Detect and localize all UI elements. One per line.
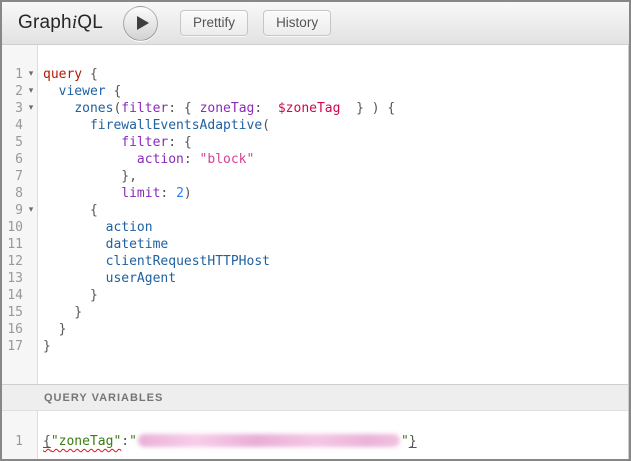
query-variables-label: QUERY VARIABLES (44, 392, 163, 404)
execute-query-button[interactable] (123, 6, 158, 41)
code-line: 17} (2, 338, 628, 355)
code-line: 5 filter: { (2, 134, 628, 151)
query-code-lines: 1▾query {2▾ viewer {3▾ zones(filter: { z… (2, 45, 628, 355)
variables-editor[interactable]: 1 {"zoneTag":""} (2, 411, 628, 459)
line-number: 8 (2, 185, 23, 202)
fold-arrow-icon[interactable]: ▾ (23, 83, 39, 100)
code-line: 14 } (2, 287, 628, 304)
code-line: 8 limit: 2) (2, 185, 628, 202)
line-number: 2 (2, 83, 23, 100)
prettify-button[interactable]: Prettify (180, 10, 248, 36)
fold-spacer (23, 168, 39, 185)
query-editor[interactable]: 1▾query {2▾ viewer {3▾ zones(filter: { z… (2, 45, 628, 384)
code-line: 3▾ zones(filter: { zoneTag: $zoneTag } )… (2, 100, 628, 117)
code-line: 10 action (2, 219, 628, 236)
fold-spacer (23, 134, 39, 151)
fold-spacer (23, 185, 39, 202)
variables-code-lines: 1 {"zoneTag":""} (2, 411, 628, 450)
line-number: 6 (2, 151, 23, 168)
code-line: 2▾ viewer { (2, 83, 628, 100)
code-line: 12 clientRequestHTTPHost (2, 253, 628, 270)
fold-arrow-icon[interactable]: ▾ (23, 202, 39, 219)
code-line: 6 action: "block" (2, 151, 628, 168)
fold-spacer (23, 304, 39, 321)
fold-spacer (23, 253, 39, 270)
line-number: 9 (2, 202, 23, 219)
line-number: 12 (2, 253, 23, 270)
lint-error-squiggle: { (43, 434, 51, 449)
fold-spacer (23, 219, 39, 236)
toolbar: GraphiQL Prettify History (2, 2, 629, 45)
fold-spacer (23, 338, 39, 355)
line-number: 4 (2, 117, 23, 134)
line-number: 14 (2, 287, 23, 304)
code-text: viewer { (39, 83, 121, 100)
code-line: 1 {"zoneTag":""} (2, 433, 628, 450)
code-line: 16 } (2, 321, 628, 338)
fold-spacer (23, 151, 39, 168)
code-line: 11 datetime (2, 236, 628, 253)
code-text: } (39, 287, 98, 304)
code-line: 1▾query { (2, 66, 628, 83)
graphiql-logo: GraphiQL (18, 12, 103, 34)
code-text: action (39, 219, 153, 236)
code-text: query { (39, 66, 98, 83)
fold-arrow-icon[interactable]: ▾ (23, 100, 39, 117)
line-number: 1 (2, 66, 23, 83)
query-variables-title[interactable]: QUERY VARIABLES (2, 384, 628, 411)
line-number: 5 (2, 134, 23, 151)
history-button[interactable]: History (263, 10, 331, 36)
logo-text-pre: Graph (18, 12, 72, 33)
fold-spacer (23, 287, 39, 304)
code-text: zones(filter: { zoneTag: $zoneTag } ) { (39, 100, 395, 117)
code-text: action: "block" (39, 151, 254, 168)
code-text: {"zoneTag":""} (39, 433, 417, 450)
graphiql-app: GraphiQL Prettify History 1▾query {2▾ vi… (0, 0, 631, 461)
editor-panes: 1▾query {2▾ viewer {3▾ zones(filter: { z… (2, 45, 629, 459)
code-line: 15 } (2, 304, 628, 321)
line-number: 13 (2, 270, 23, 287)
line-number: 11 (2, 236, 23, 253)
line-number: 3 (2, 100, 23, 117)
code-text: userAgent (39, 270, 176, 287)
logo-text-post: QL (77, 12, 103, 33)
line-number: 1 (2, 433, 23, 450)
code-text: limit: 2) (39, 185, 192, 202)
code-text: clientRequestHTTPHost (39, 253, 270, 270)
line-number: 10 (2, 219, 23, 236)
fold-spacer (23, 236, 39, 253)
fold-spacer (23, 321, 39, 338)
code-text: }, (39, 168, 137, 185)
lint-error-squiggle: "zoneTag" (51, 434, 121, 449)
line-number: 7 (2, 168, 23, 185)
play-icon (137, 16, 149, 30)
redacted-value (138, 434, 400, 447)
code-line: 4 firewallEventsAdaptive( (2, 117, 628, 134)
code-line: 13 userAgent (2, 270, 628, 287)
code-text: filter: { (39, 134, 192, 151)
fold-spacer (23, 270, 39, 287)
line-number: 16 (2, 321, 23, 338)
fold-arrow-icon[interactable]: ▾ (23, 66, 39, 83)
line-number: 17 (2, 338, 23, 355)
fold-spacer (23, 433, 39, 450)
code-text: firewallEventsAdaptive( (39, 117, 270, 134)
code-text: datetime (39, 236, 168, 253)
code-line: 9▾ { (2, 202, 628, 219)
code-text: } (39, 338, 51, 355)
code-text: { (39, 202, 98, 219)
code-text: } (39, 321, 66, 338)
fold-spacer (23, 117, 39, 134)
code-line: 7 }, (2, 168, 628, 185)
line-number: 15 (2, 304, 23, 321)
code-text: } (39, 304, 82, 321)
